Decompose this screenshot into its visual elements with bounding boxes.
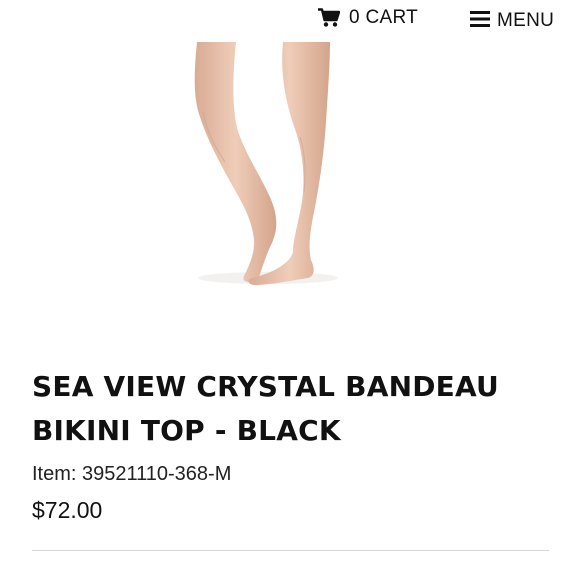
cart-label: 0 CART <box>349 7 419 28</box>
product-title-line-2: BIKINI TOP - BLACK <box>32 414 341 447</box>
site-header: 0 CART MENU <box>0 0 580 42</box>
menu-button[interactable]: MENU <box>470 9 554 33</box>
product-image[interactable] <box>0 42 580 342</box>
cart-icon <box>318 8 340 28</box>
cart-button[interactable]: 0 CART <box>318 6 418 30</box>
item-number: Item: 39521110-368-M <box>32 463 232 485</box>
product-page: 0 CART MENU SEA VIEW CRYSTAL BANDEAU BIK… <box>0 0 580 580</box>
section-divider <box>32 550 549 551</box>
product-title: SEA VIEW CRYSTAL BANDEAU BIKINI TOP - BL… <box>32 365 552 453</box>
product-price: $72.00 <box>32 497 103 523</box>
product-title-line-1: SEA VIEW CRYSTAL BANDEAU <box>32 370 499 403</box>
menu-label: MENU <box>497 10 555 31</box>
hamburger-icon <box>470 10 490 33</box>
product-details: SEA VIEW CRYSTAL BANDEAU BIKINI TOP - BL… <box>32 365 552 524</box>
